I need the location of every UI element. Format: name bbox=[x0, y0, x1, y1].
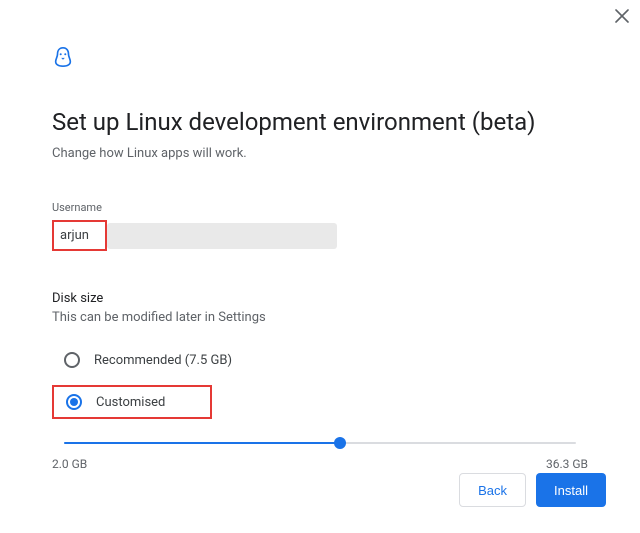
radio-customised-label: Customised bbox=[96, 395, 165, 410]
slider-track-fill bbox=[64, 442, 340, 444]
slider-thumb[interactable] bbox=[334, 437, 346, 449]
disk-size-slider[interactable] bbox=[64, 437, 576, 449]
disk-size-desc: This can be modified later in Settings bbox=[52, 310, 588, 325]
install-button[interactable]: Install bbox=[536, 473, 606, 507]
username-label: Username bbox=[52, 201, 588, 214]
dialog-title: Set up Linux development environment (be… bbox=[52, 108, 588, 136]
disk-size-title: Disk size bbox=[52, 291, 588, 306]
slider-min-label: 2.0 GB bbox=[52, 457, 87, 471]
radio-recommended-label: Recommended (7.5 GB) bbox=[94, 353, 232, 368]
linux-setup-dialog: Set up Linux development environment (be… bbox=[0, 0, 640, 533]
radio-icon[interactable] bbox=[66, 394, 82, 410]
slider-max-label: 36.3 GB bbox=[546, 457, 588, 471]
username-field-bg[interactable] bbox=[107, 223, 337, 249]
close-icon[interactable] bbox=[612, 6, 632, 26]
username-row: arjun bbox=[52, 220, 588, 251]
radio-icon[interactable] bbox=[64, 352, 80, 368]
penguin-icon bbox=[52, 46, 74, 68]
dialog-footer: Back Install bbox=[459, 473, 606, 507]
back-button[interactable]: Back bbox=[459, 473, 526, 507]
radio-recommended[interactable]: Recommended (7.5 GB) bbox=[52, 345, 588, 375]
slider-labels: 2.0 GB 36.3 GB bbox=[52, 457, 588, 471]
radio-customised[interactable]: Customised bbox=[52, 385, 212, 419]
username-input[interactable]: arjun bbox=[52, 220, 107, 251]
dialog-subtitle: Change how Linux apps will work. bbox=[52, 146, 588, 161]
